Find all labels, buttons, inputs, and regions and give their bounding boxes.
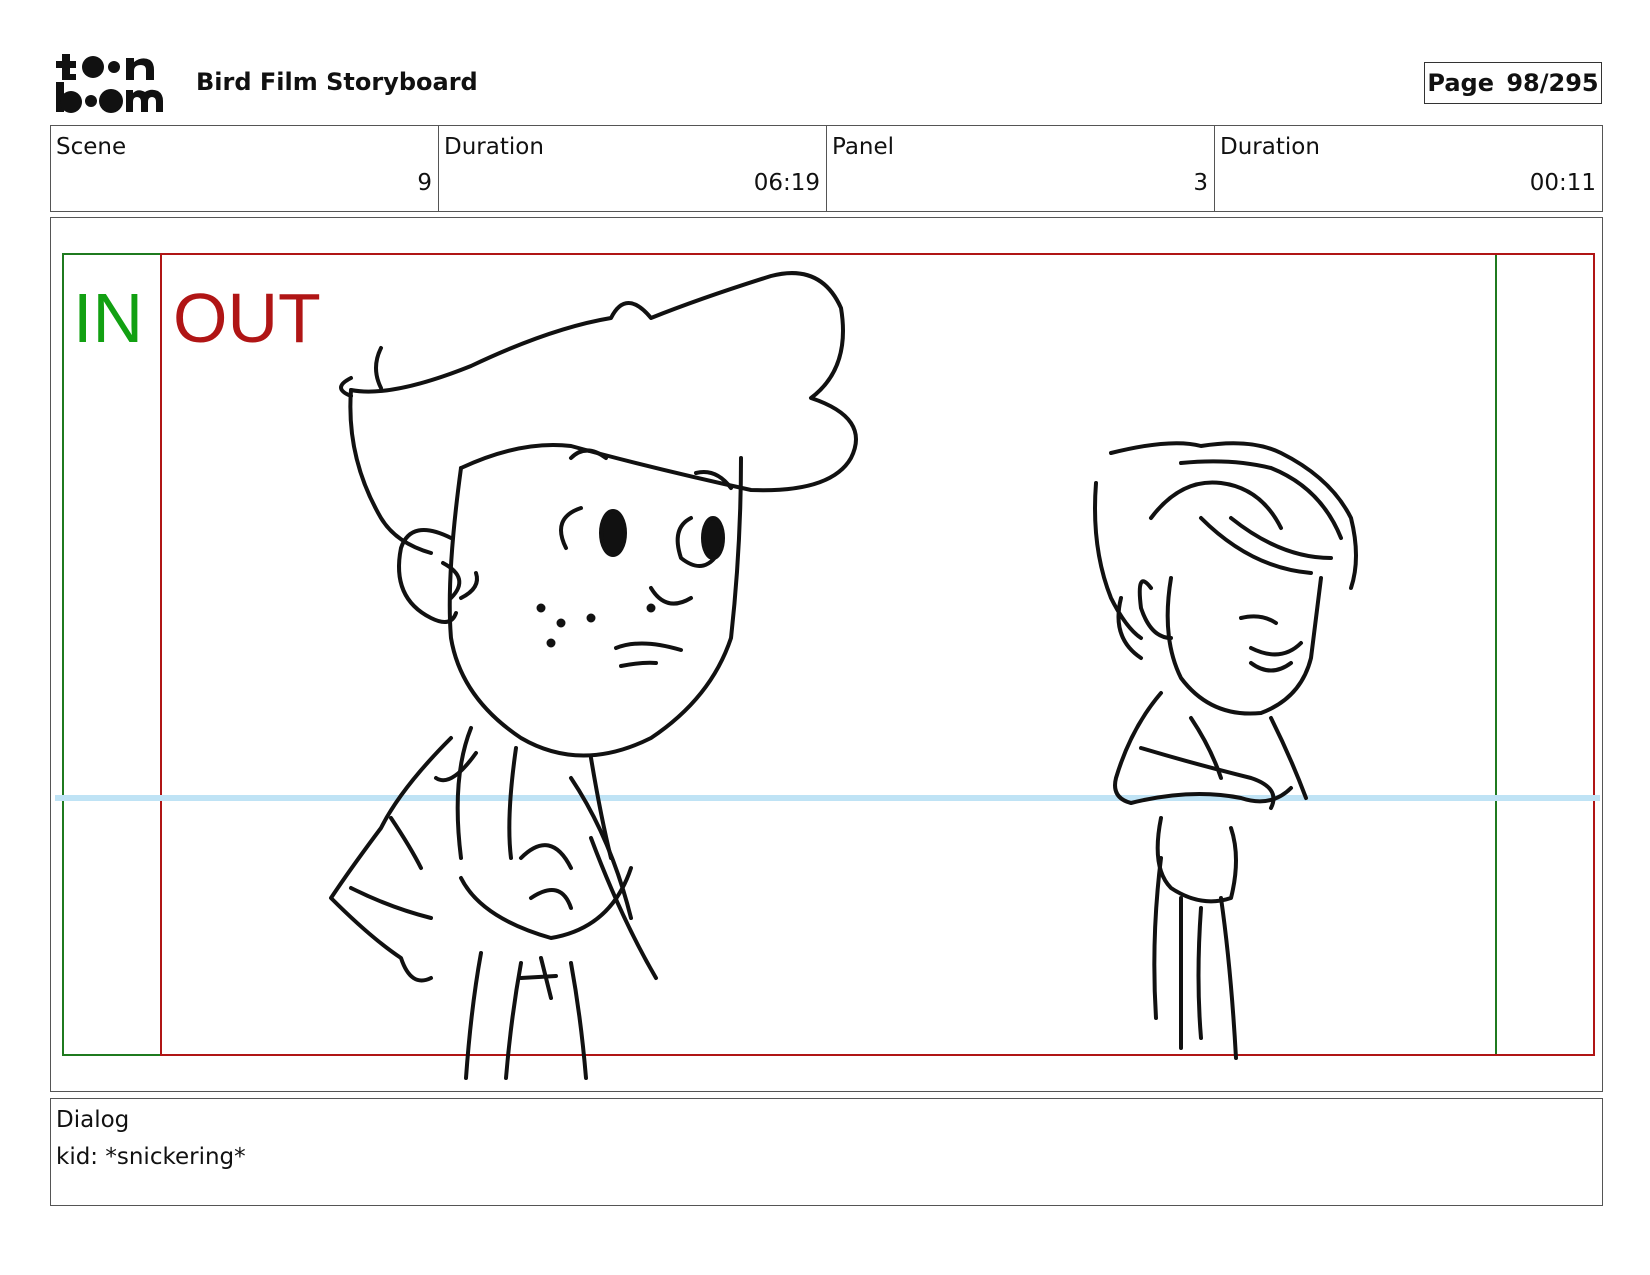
- scene-label: Scene: [56, 134, 127, 160]
- dialog-box: Dialog kid: *snickering*: [50, 1098, 1603, 1206]
- page-number: 98/295: [1506, 69, 1599, 97]
- panel-info-table: Scene 9 Duration 06:19 Panel 3 Duration …: [50, 125, 1603, 212]
- boy-character-sketch: [329, 271, 858, 1080]
- panel-cell: Panel 3: [827, 126, 1215, 211]
- panel-sketch: IN OUT: [55, 253, 1600, 1080]
- panel-duration-cell: Duration 00:11: [1215, 126, 1602, 211]
- toonboom-logo: [52, 50, 172, 118]
- page-indicator: Page 98/295: [1424, 62, 1602, 104]
- in-label: IN: [73, 279, 143, 357]
- out-label: OUT: [173, 279, 321, 357]
- page-label: Page: [1427, 69, 1494, 97]
- scene-duration-cell: Duration 06:19: [439, 126, 827, 211]
- document-title: Bird Film Storyboard: [196, 68, 478, 96]
- panel-duration-value: 00:11: [1529, 170, 1596, 196]
- panel-label: Panel: [832, 134, 895, 160]
- scene-duration-label: Duration: [444, 134, 544, 160]
- storyboard-panel: IN OUT: [50, 217, 1603, 1092]
- panel-duration-label: Duration: [1220, 134, 1320, 160]
- scene-cell: Scene 9: [51, 126, 439, 211]
- kid-character-sketch: [1093, 441, 1358, 1060]
- panel-value: 3: [1193, 170, 1208, 196]
- scene-value: 9: [417, 170, 432, 196]
- scene-duration-value: 06:19: [753, 170, 820, 196]
- dialog-text: kid: *snickering*: [56, 1144, 246, 1170]
- dialog-label: Dialog: [56, 1107, 130, 1133]
